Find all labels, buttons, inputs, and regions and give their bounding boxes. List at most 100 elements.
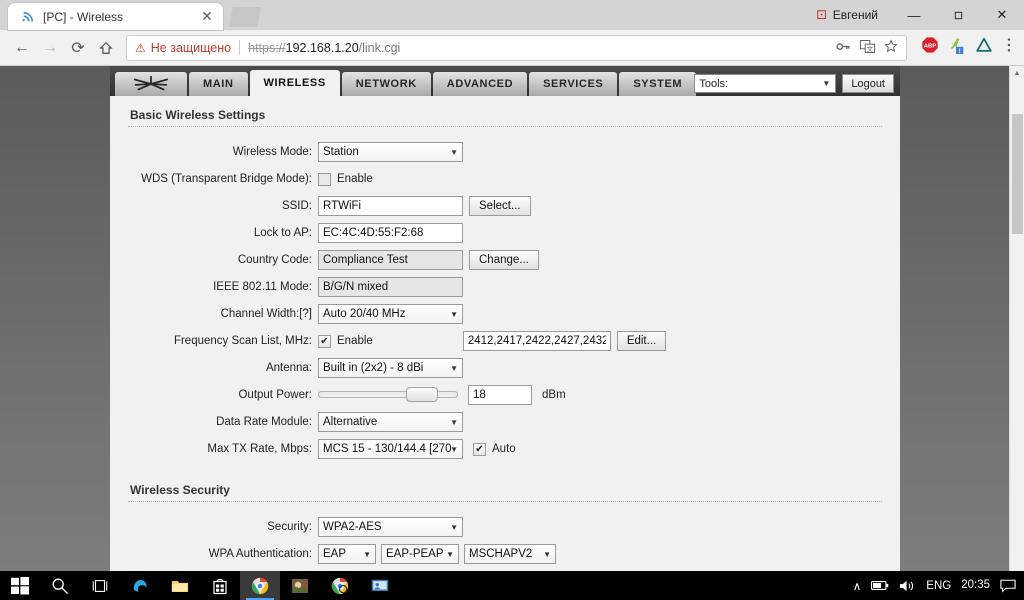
router-tab-services[interactable]: SERVICES — [529, 72, 618, 96]
country-code-change-button[interactable]: Change... — [469, 250, 539, 270]
label-security: Security: — [267, 521, 312, 533]
close-icon[interactable]: ✕ — [199, 8, 215, 25]
task-view-icon[interactable] — [80, 571, 120, 600]
chrome-alt-icon[interactable] — [320, 571, 360, 600]
security-status-text: Не защищено — [150, 40, 232, 55]
ssid-select-button[interactable]: Select... — [469, 196, 531, 216]
system-tray: ∧ ENG 20:35 — [853, 579, 1024, 593]
wpa-auth-method-select[interactable]: EAP-PEAP ▼ — [381, 544, 459, 564]
maximize-button[interactable] — [936, 0, 980, 30]
scrollbar-thumb[interactable] — [1012, 114, 1023, 234]
page-scrollbar[interactable]: ▲ — [1009, 66, 1024, 571]
label-ssid: SSID: — [281, 200, 312, 212]
omnibox-divider — [239, 40, 241, 55]
output-power-input[interactable] — [468, 385, 532, 405]
new-tab-button[interactable] — [229, 7, 261, 27]
frequency-scan-edit-button[interactable]: Edit... — [616, 331, 667, 351]
logout-button[interactable]: Logout — [842, 74, 894, 93]
tools-dropdown[interactable]: Tools: ▼ — [694, 74, 837, 93]
ubiquiti-logo[interactable] — [115, 72, 187, 96]
extension-icon[interactable]: ! — [948, 36, 966, 59]
wireless-mode-select[interactable]: Station ▼ — [318, 142, 463, 162]
label-data-rate-module: Data Rate Module: — [216, 416, 312, 428]
volume-icon[interactable] — [899, 579, 916, 593]
router-tab-wireless[interactable]: WIRELESS — [249, 70, 340, 96]
address-bar[interactable]: ⚠ Не защищено https://192.168.1.20/link.… — [126, 34, 907, 61]
max-tx-rate-auto-checkbox[interactable]: ✔ — [473, 442, 486, 456]
router-navbar: MAIN WIRELESS NETWORK ADVANCED SERVICES … — [110, 66, 900, 96]
url-separator: :// — [275, 40, 286, 55]
forward-button[interactable]: → — [36, 34, 64, 62]
router-tab-system[interactable]: SYSTEM — [619, 72, 697, 96]
notification-icon[interactable] — [1000, 579, 1016, 593]
svg-text:ABP: ABP — [924, 44, 936, 50]
store-icon[interactable] — [200, 571, 240, 600]
file-explorer-icon[interactable] — [160, 571, 200, 600]
slider-knob[interactable] — [406, 387, 438, 402]
tray-clock[interactable]: 20:35 — [961, 579, 990, 592]
chevron-down-icon: ▼ — [450, 147, 458, 157]
translate-icon[interactable]: 文 — [860, 39, 875, 56]
lock-to-ap-input[interactable] — [318, 223, 463, 243]
max-tx-rate-select[interactable]: MCS 15 - 130/144.4 [270 ▼ — [318, 439, 463, 459]
reload-button[interactable]: ⟳ — [64, 34, 92, 62]
star-icon[interactable] — [884, 39, 898, 56]
tray-language[interactable]: ENG — [926, 580, 951, 592]
key-icon[interactable] — [836, 40, 851, 56]
channel-width-select[interactable]: Auto 20/40 MHz ▼ — [318, 304, 463, 324]
router-admin-page: MAIN WIRELESS NETWORK ADVANCED SERVICES … — [110, 66, 900, 571]
back-button[interactable]: ← — [8, 34, 36, 62]
profile-name: Евгений — [832, 8, 878, 22]
output-power-slider[interactable] — [318, 385, 458, 405]
browser-tabstrip: [PC] - Wireless ✕ ⚀ Евгений — ✕ — [0, 0, 1024, 30]
home-button[interactable] — [92, 34, 120, 62]
ssid-input[interactable] — [318, 196, 463, 216]
antenna-select[interactable]: Built in (2x2) - 8 dBi ▼ — [318, 358, 463, 378]
field-country-code: Country Code: Change... — [128, 249, 882, 271]
start-icon[interactable] — [0, 571, 40, 600]
chrome-menu-icon[interactable] — [1002, 37, 1016, 58]
brave-triangle-icon[interactable] — [975, 36, 993, 59]
max-tx-rate-auto-label: Auto — [492, 443, 516, 455]
router-tab-main[interactable]: MAIN — [189, 72, 248, 96]
remote-desktop-icon[interactable] — [360, 571, 400, 600]
field-ieee-mode: IEEE 802.11 Mode: — [128, 276, 882, 298]
frequency-scan-enable-checkbox[interactable]: ✔ — [318, 334, 331, 348]
data-rate-module-value: Alternative — [323, 416, 378, 428]
browser-tab[interactable]: [PC] - Wireless ✕ — [8, 3, 223, 30]
battery-icon[interactable] — [871, 580, 889, 591]
edge-icon[interactable] — [120, 571, 160, 600]
label-ieee-mode: IEEE 802.11 Mode: — [213, 281, 312, 293]
field-data-rate-module: Data Rate Module: Alternative ▼ — [128, 411, 882, 433]
label-output-power: Output Power: — [238, 389, 312, 401]
data-rate-module-select[interactable]: Alternative ▼ — [318, 412, 463, 432]
minimize-button[interactable]: — — [892, 0, 936, 30]
profile-chip[interactable]: ⚀ Евгений — [816, 8, 878, 22]
tools-dropdown-value: Tools: — [699, 77, 729, 90]
url-path: /link.cgi — [358, 40, 401, 55]
wpa-auth-inner-select[interactable]: MSCHAPV2 ▼ — [464, 544, 556, 564]
url-scheme: https — [248, 40, 276, 55]
profile-icon: ⚀ — [816, 8, 827, 22]
adblock-icon[interactable]: ABP — [921, 36, 939, 59]
frequency-scan-list-input[interactable] — [462, 331, 611, 351]
router-tab-network[interactable]: NETWORK — [341, 72, 431, 96]
tray-expand-icon[interactable]: ∧ — [853, 579, 861, 593]
router-tab-advanced[interactable]: ADVANCED — [432, 72, 528, 96]
section-title-basic-wireless: Basic Wireless Settings — [128, 106, 882, 127]
label-country-code: Country Code: — [237, 254, 312, 266]
url-text: https://192.168.1.20/link.cgi — [248, 41, 400, 55]
wpa-auth-type-select[interactable]: EAP ▼ — [318, 544, 376, 564]
chrome-icon[interactable] — [240, 571, 280, 600]
wpa-auth-type-value: EAP — [323, 548, 347, 560]
channel-width-value: Auto 20/40 MHz — [323, 308, 406, 320]
security-select[interactable]: WPA2-AES ▼ — [318, 517, 463, 537]
close-window-button[interactable]: ✕ — [980, 0, 1024, 30]
search-icon[interactable] — [40, 571, 80, 600]
extension-icons: ABP ! — [913, 36, 1016, 59]
photo-app-icon[interactable] — [280, 571, 320, 600]
label-wireless-mode: Wireless Mode: — [232, 146, 312, 158]
security-status[interactable]: ⚠ Не защищено — [135, 41, 231, 55]
wds-enable-checkbox[interactable] — [318, 172, 331, 186]
scroll-up-arrow-icon[interactable]: ▲ — [1010, 66, 1024, 81]
